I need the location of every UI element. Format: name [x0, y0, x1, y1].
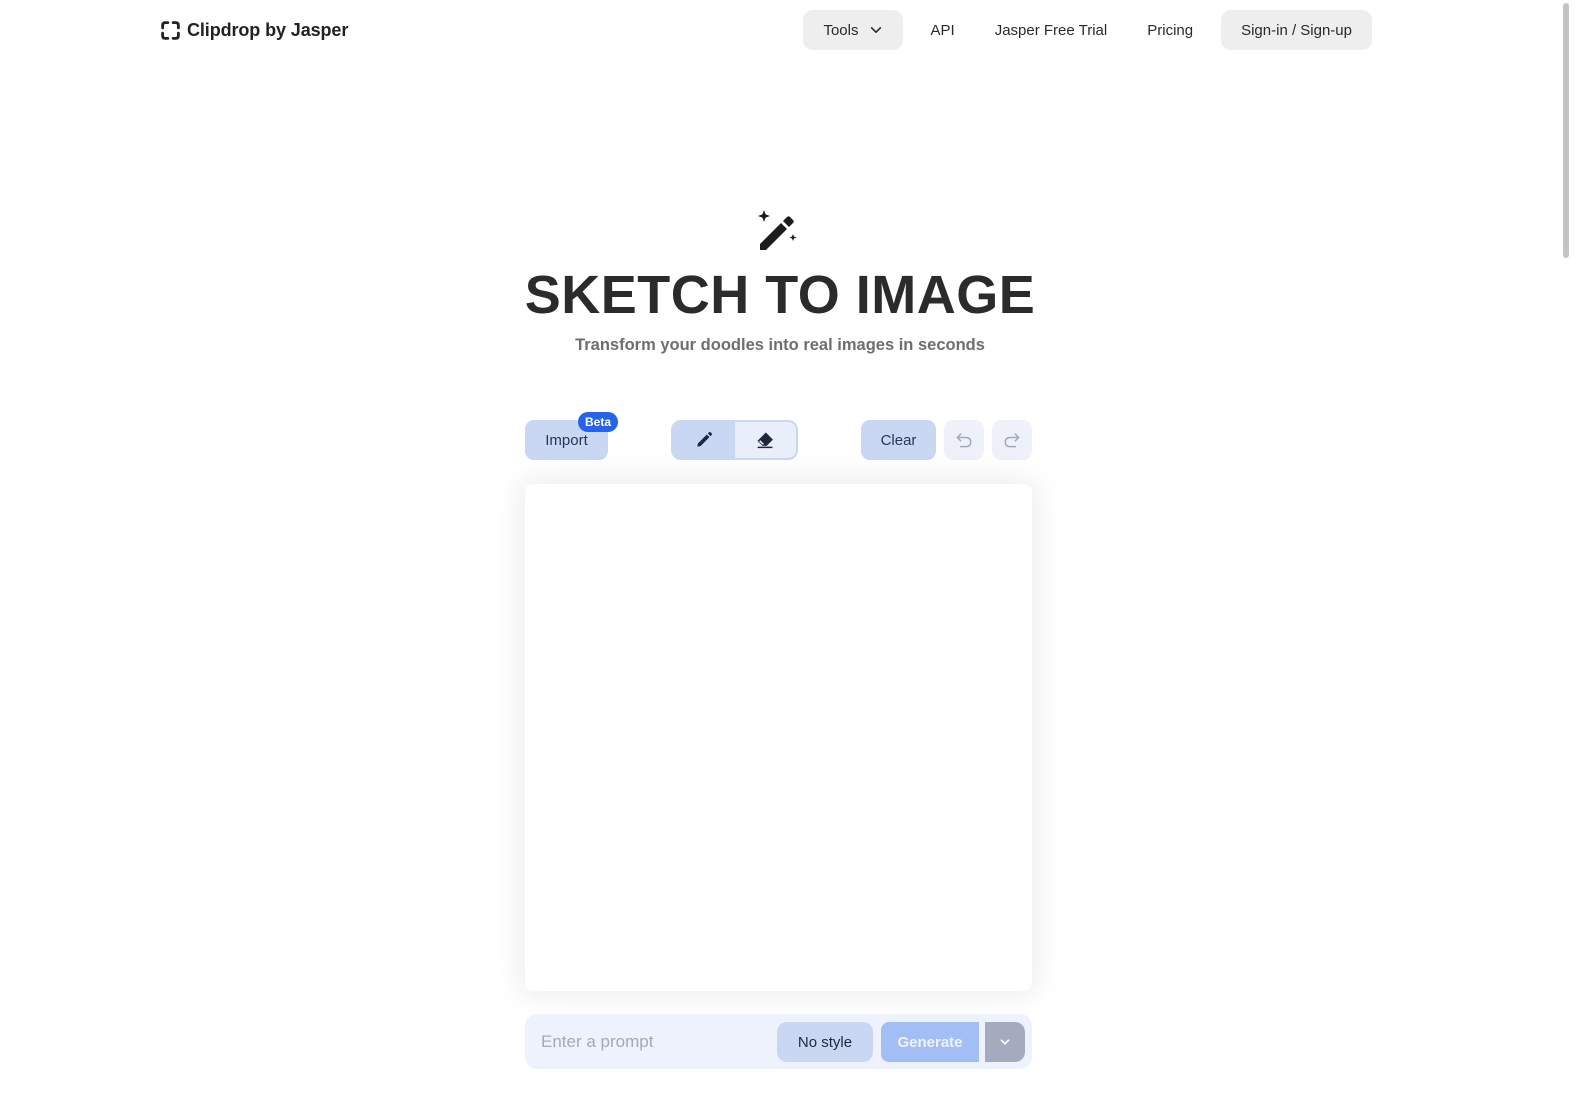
page-scrollbar[interactable] — [1563, 3, 1569, 258]
chevron-down-icon — [870, 27, 881, 33]
eraser-tool-button[interactable] — [735, 422, 797, 458]
page-subtitle: Transform your doodles into real images … — [575, 336, 985, 354]
nav-tools-label: Tools — [823, 21, 859, 39]
beta-badge: Beta — [578, 412, 619, 432]
magic-wand-icon — [758, 210, 797, 250]
redo-button[interactable] — [992, 420, 1032, 460]
draw-tool-toggle — [671, 420, 798, 460]
main-nav: Tools API Jasper Free Trial Pricing Sign… — [803, 10, 1372, 50]
undo-icon — [956, 433, 972, 448]
prompt-bar: No style Generate — [525, 1014, 1032, 1069]
chevron-down-icon — [1000, 1039, 1010, 1045]
nav-pricing-link[interactable]: Pricing — [1127, 10, 1213, 50]
redo-icon — [1004, 433, 1020, 448]
nav-free-trial-link[interactable]: Jasper Free Trial — [975, 10, 1128, 50]
generate-options-button[interactable] — [985, 1022, 1025, 1062]
brand-logo[interactable]: Clipdrop by Jasper — [160, 18, 348, 42]
top-nav-bar: Clipdrop by Jasper Tools API Jasper Free… — [0, 0, 1560, 60]
clipdrop-bracket-icon — [161, 20, 180, 40]
clear-button[interactable]: Clear — [861, 420, 936, 460]
pencil-icon — [697, 431, 712, 447]
nav-tools-dropdown[interactable]: Tools — [803, 10, 903, 50]
style-select-button[interactable]: No style — [777, 1022, 873, 1062]
page: Clipdrop by Jasper Tools API Jasper Free… — [0, 0, 1584, 1105]
undo-button[interactable] — [944, 420, 984, 460]
page-title: SKETCH TO IMAGE — [524, 265, 1036, 325]
pencil-tool-button[interactable] — [673, 422, 735, 458]
sketch-canvas[interactable] — [525, 484, 1032, 991]
nav-api-link[interactable]: API — [911, 10, 975, 50]
generate-button[interactable]: Generate — [881, 1022, 979, 1062]
brand-name: Clipdrop by Jasper — [187, 19, 349, 40]
eraser-icon — [757, 432, 774, 449]
sign-in-button[interactable]: Sign-in / Sign-up — [1221, 10, 1372, 50]
prompt-input[interactable] — [533, 1022, 773, 1061]
